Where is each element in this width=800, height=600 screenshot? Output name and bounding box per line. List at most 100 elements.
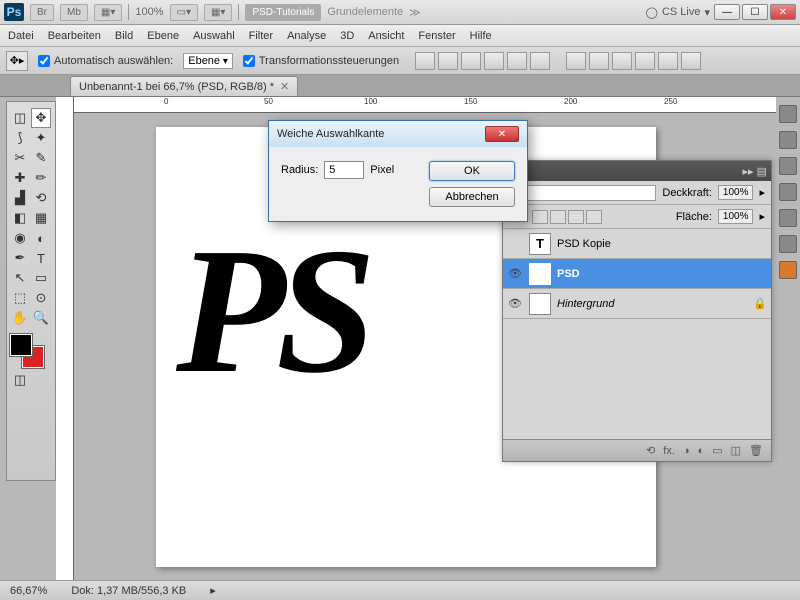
trash-icon[interactable]: 🗑 [749,444,763,457]
blend-mode-select[interactable] [509,185,656,201]
close-tab-icon[interactable]: ✕ [280,80,289,93]
cslive-button[interactable]: CS Live [662,6,701,18]
tool-heal[interactable]: ✚ [10,168,30,188]
tool-brush[interactable]: ✏ [31,168,51,188]
bridge-button[interactable]: Br [30,4,54,21]
close-button[interactable]: ✕ [770,4,796,20]
dock-char-icon[interactable] [779,235,797,253]
move-tool-icon: ✥▸ [6,51,28,71]
panel-header[interactable]: ▸▸ ▤ [503,161,771,181]
tool-crop[interactable]: ✂ [10,148,30,168]
opacity-value[interactable]: 100% [718,185,754,200]
tool-hand[interactable]: ✋ [10,308,30,328]
tool-path[interactable]: ↖ [10,268,30,288]
tool-type[interactable]: T [31,248,51,268]
options-bar: ✥▸ Automatisch auswählen: Ebene ▾ Transf… [0,47,800,75]
tool-move[interactable]: ✥ [31,108,51,128]
maximize-button[interactable]: ☐ [742,4,768,20]
align-icons[interactable] [415,52,550,70]
menu-3d[interactable]: 3D [340,30,354,42]
layer-row[interactable]: T PSD Kopie [503,229,771,259]
dialog-titlebar[interactable]: Weiche Auswahlkante ✕ [269,121,527,147]
extras-icon[interactable]: ▦▾ [204,4,232,21]
tool-marquee[interactable]: ◫ [10,108,30,128]
visibility-icon[interactable]: 👁 [507,297,523,310]
layer-row[interactable]: 👁 Hintergrund 🔒 [503,289,771,319]
auto-select-checkbox[interactable]: Automatisch auswählen: [38,55,173,67]
layer-name[interactable]: Hintergrund [557,298,614,310]
tool-zoom[interactable]: 🔍 [31,308,51,328]
link-icon[interactable]: ⟲ [646,444,655,457]
screen-mode-icon[interactable]: ▭▾ [170,4,198,21]
menu-ansicht[interactable]: Ansicht [368,30,404,42]
status-doc-size[interactable]: Dok: 1,37 MB/556,3 KB [71,585,186,597]
zoom-value[interactable]: 100% [135,6,163,18]
tool-blur[interactable]: ◉ [10,228,30,248]
menu-datei[interactable]: Datei [8,30,34,42]
fx-icon[interactable]: fx. [663,445,675,457]
tool-stamp[interactable]: ▟ [10,188,30,208]
layer-thumb [529,293,551,315]
document-tab[interactable]: Unbenannt-1 bei 66,7% (PSD, RGB/8) *✕ [70,76,298,96]
app-topbar: Ps Br Mb ▦▾ 100% ▭▾ ▦▾ PSD-Tutorials Gru… [0,0,800,25]
menu-fenster[interactable]: Fenster [418,30,455,42]
cancel-button[interactable]: Abbrechen [429,187,515,207]
minimize-button[interactable]: — [714,4,740,20]
color-swatches[interactable] [10,334,46,366]
layer-name[interactable]: PSD [557,268,580,280]
tool-camera[interactable]: ⊙ [31,288,51,308]
workspace-tab[interactable]: Grundelemente [327,6,403,18]
menu-analyse[interactable]: Analyse [287,30,326,42]
group-icon[interactable]: ▭ [712,444,722,457]
foreground-color[interactable] [10,334,32,356]
dock-layers-icon[interactable] [779,209,797,227]
menu-ebene[interactable]: Ebene [147,30,179,42]
opacity-label: Deckkraft: [662,187,712,199]
tool-eraser[interactable]: ◧ [10,208,30,228]
minibridge-button[interactable]: Mb [60,4,88,21]
menu-auswahl[interactable]: Auswahl [193,30,235,42]
transform-checkbox[interactable]: Transformationssteuerungen [243,55,399,67]
fill-arrow-icon[interactable]: ▸ [759,210,765,223]
status-zoom[interactable]: 66,67% [10,585,47,597]
adjust-icon[interactable]: ◐ [698,445,705,457]
tool-dodge[interactable]: ◐ [31,228,51,248]
distribute-icons[interactable] [566,52,701,70]
radius-input[interactable] [324,161,364,179]
layer-row[interactable]: 👁 T PSD [503,259,771,289]
quickmask-icon[interactable]: ◫ [10,370,30,390]
dock-kuler-icon[interactable] [779,261,797,279]
arrange-icon[interactable]: ▦▾ [94,4,122,21]
dock-swatches-icon[interactable] [779,131,797,149]
tool-pen[interactable]: ✒ [10,248,30,268]
menu-hilfe[interactable]: Hilfe [470,30,492,42]
workspace-more-icon[interactable]: ≫ [409,6,421,19]
status-arrow-icon[interactable]: ▸ [210,584,216,597]
tool-gradient[interactable]: ▦ [31,208,51,228]
fill-value[interactable]: 100% [718,209,754,224]
menu-filter[interactable]: Filter [249,30,273,42]
status-bar: 66,67% Dok: 1,37 MB/556,3 KB ▸ [0,580,800,600]
auto-select-target[interactable]: Ebene ▾ [183,53,233,69]
dock-color-icon[interactable] [779,105,797,123]
mask-icon[interactable]: ◑ [683,445,690,457]
opacity-arrow-icon[interactable]: ▸ [759,186,765,199]
tool-wand[interactable]: ✦ [31,128,51,148]
tool-history[interactable]: ⟲ [31,188,51,208]
dialog-close-button[interactable]: ✕ [485,126,519,142]
workspace-tab-active[interactable]: PSD-Tutorials [245,4,321,21]
newlayer-icon[interactable]: ◫ [731,444,741,457]
tool-lasso[interactable]: ⟆ [10,128,30,148]
dock-adjust-icon[interactable] [779,157,797,175]
visibility-icon[interactable]: 👁 [507,267,523,280]
dock-para-icon[interactable] [779,183,797,201]
ok-button[interactable]: OK [429,161,515,181]
tool-shape[interactable]: ▭ [31,268,51,288]
menubar: Datei Bearbeiten Bild Ebene Auswahl Filt… [0,25,800,47]
tool-eyedropper[interactable]: ✎ [31,148,51,168]
lock-icons[interactable] [532,210,602,224]
menu-bild[interactable]: Bild [115,30,133,42]
tool-3d[interactable]: ⬚ [10,288,30,308]
layer-name[interactable]: PSD Kopie [557,238,611,250]
menu-bearbeiten[interactable]: Bearbeiten [48,30,101,42]
